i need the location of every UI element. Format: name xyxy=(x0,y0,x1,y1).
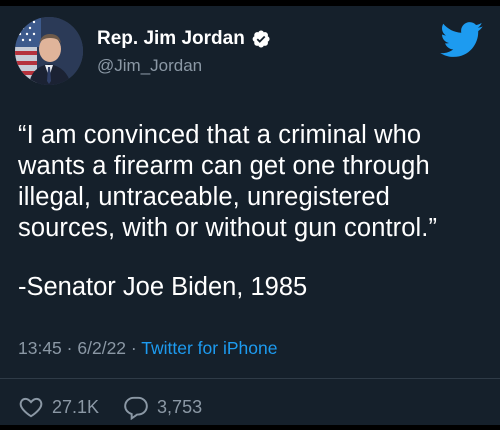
author-name-row: Rep. Jim Jordan xyxy=(97,28,271,50)
tweet-date[interactable]: 6/2/22 xyxy=(77,338,126,358)
tweet-text: “I am convinced that a criminal who want… xyxy=(18,120,488,244)
author-handle[interactable]: @Jim_Jordan xyxy=(97,56,202,76)
tweet-line: sources, with or without gun control.” xyxy=(18,214,438,242)
bottom-border xyxy=(0,425,500,430)
meta-separator: · xyxy=(66,338,78,358)
avatar-photo xyxy=(15,17,83,85)
tweet-card: Rep. Jim Jordan @Jim_Jordan “I am convin… xyxy=(0,0,500,430)
tweet-line: illegal, untraceable, unregistered xyxy=(18,183,390,211)
tweet-actions: 27.1K 3,753 xyxy=(18,394,218,420)
avatar[interactable] xyxy=(15,17,83,85)
reply-count: 3,753 xyxy=(157,396,203,417)
reply-button[interactable]: 3,753 xyxy=(123,394,202,420)
tweet-line: wants a firearm can get one through xyxy=(18,152,430,180)
reply-bubble-icon xyxy=(124,396,148,420)
twitter-bird-icon xyxy=(440,22,484,58)
tweet-meta: 13:45 · 6/2/22 · Twitter for iPhone xyxy=(18,337,277,359)
tweet-line: “I am convinced that a criminal who xyxy=(18,121,422,149)
tweet-source-link[interactable]: Twitter for iPhone xyxy=(141,338,277,358)
tweet-time[interactable]: 13:45 xyxy=(18,338,62,358)
top-border xyxy=(0,0,500,6)
like-button[interactable]: 27.1K xyxy=(18,394,99,420)
verified-badge-icon xyxy=(251,29,271,49)
heart-icon xyxy=(19,397,43,418)
meta-separator: · xyxy=(130,338,142,358)
divider xyxy=(0,378,500,379)
tweet-attribution: -Senator Joe Biden, 1985 xyxy=(18,273,308,301)
like-count: 27.1K xyxy=(52,396,100,417)
author-display-name[interactable]: Rep. Jim Jordan xyxy=(97,28,245,50)
